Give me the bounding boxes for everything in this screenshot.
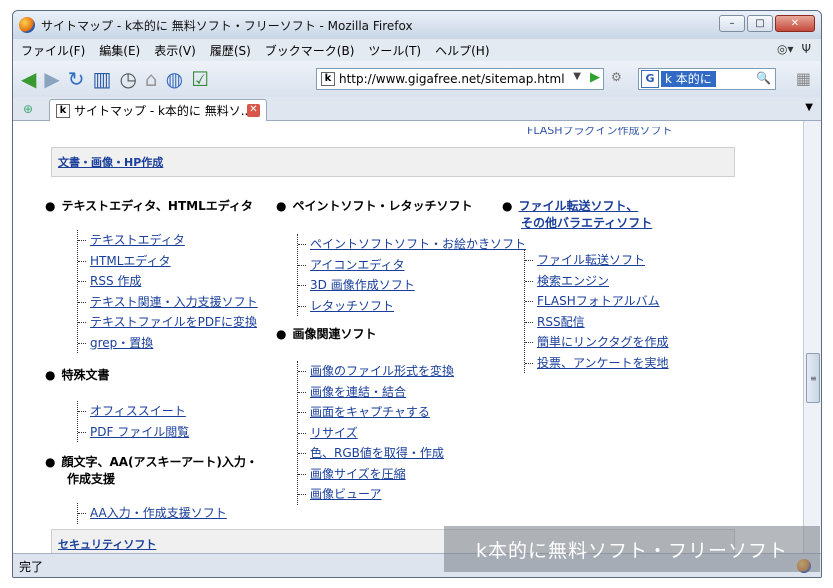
search-icon[interactable]: 🔍 — [756, 71, 771, 85]
check-page-icon[interactable]: ☑ — [191, 69, 209, 89]
category-title: ● ファイル転送ソフト、 その他バラエティソフト — [502, 199, 653, 230]
url-bar[interactable]: k http://www.gigafree.net/sitemap.html ▼… — [316, 68, 604, 90]
section-header-link[interactable]: 文書・画像・HP作成 — [58, 154, 163, 170]
link-list: テキストエディタ HTMLエディタ RSS 作成 テキスト関連・入力支援ソフト … — [77, 230, 258, 353]
tab-close-icon[interactable]: ✕ — [247, 104, 260, 117]
link-list: 画像のファイル形式を変換 画像を連結・結合 画面をキャプチャする リサイズ 色、… — [297, 361, 454, 505]
activity-icon: ◎▾ — [777, 42, 794, 56]
extension-icon[interactable]: ⚙ — [611, 70, 622, 84]
minimize-button[interactable]: – — [719, 15, 745, 32]
list-item[interactable]: 検索エンジン — [525, 271, 669, 292]
menu-bar: ファイル(F) 編集(E) 表示(V) 履歴(S) ブックマーク(B) ツール(… — [13, 39, 821, 61]
link-list: オフィススイート PDF ファイル閲覧 — [77, 401, 189, 442]
menu-bookmarks[interactable]: ブックマーク(B) — [265, 42, 355, 59]
page-content: FLASHプラグイン作成ソフト 文書・画像・HP作成 ● テキストエディタ、HTM… — [13, 121, 803, 553]
globe-icon[interactable]: ◍ — [166, 69, 183, 89]
tab-title: サイトマップ - k本的に 無料ソ... — [74, 104, 253, 118]
list-item[interactable]: 簡単にリンクタグを作成 — [525, 332, 669, 353]
list-item[interactable]: テキストファイルをPDFに変換 — [78, 312, 258, 333]
close-button[interactable]: ✕ — [775, 15, 815, 32]
google-icon[interactable]: G — [641, 70, 659, 88]
list-item[interactable]: ファイル転送ソフト — [525, 250, 669, 271]
search-input[interactable]: k 本的に — [661, 71, 716, 87]
list-item[interactable]: 画面をキャプチャする — [298, 402, 454, 423]
menu-edit[interactable]: 編集(E) — [99, 42, 140, 59]
go-button[interactable]: ▶ — [590, 70, 600, 85]
list-item[interactable]: レタッチソフト — [298, 296, 526, 317]
status-text: 完了 — [19, 560, 44, 574]
back-arrow-icon[interactable]: ◀ — [21, 69, 36, 89]
list-item[interactable]: FLASHフォトアルバム — [525, 291, 669, 312]
maximize-button[interactable]: □ — [747, 15, 773, 32]
list-item[interactable]: 3D 画像作成ソフト — [298, 275, 526, 296]
list-item[interactable]: AA入力・作成支援ソフト — [78, 503, 227, 524]
tab-bar: ⊕ k サイトマップ - k本的に 無料ソ... ✕ ▼ — [13, 97, 821, 121]
url-text: http://www.gigafree.net/sitemap.html — [339, 72, 565, 86]
watermark: k本的に無料ソフト・フリーソフト — [444, 526, 820, 572]
forward-arrow-icon[interactable]: ▶ — [44, 69, 59, 89]
browser-window: サイトマップ - k本的に 無料ソフト・フリーソフト - Mozilla Fir… — [12, 10, 822, 578]
list-item[interactable]: PDF ファイル閲覧 — [78, 422, 189, 443]
firefox-icon — [19, 17, 35, 33]
home-icon[interactable]: ⌂ — [145, 69, 158, 89]
tab-favicon-icon: k — [56, 103, 70, 118]
list-item[interactable]: 画像サイズを圧縮 — [298, 464, 454, 485]
list-item[interactable]: 画像を連結・結合 — [298, 382, 454, 403]
vertical-scrollbar[interactable]: ≡ — [803, 121, 821, 553]
windows-icon[interactable]: ▦ — [796, 69, 811, 88]
category-title: ● 画像関連ソフト — [276, 327, 377, 341]
menu-history[interactable]: 履歴(S) — [210, 42, 251, 59]
link-list: AA入力・作成支援ソフト — [77, 503, 227, 524]
list-item[interactable]: HTMLエディタ — [78, 251, 258, 272]
category-link-line2[interactable]: その他バラエティソフト — [521, 216, 652, 230]
list-item[interactable]: grep・置換 — [78, 333, 258, 354]
list-item[interactable]: RSS 作成 — [78, 271, 258, 292]
list-item[interactable]: アイコンエディタ — [298, 255, 526, 276]
category-title: ● ペイントソフト・レタッチソフト — [276, 199, 473, 213]
list-item[interactable]: 投票、アンケートを実地 — [525, 353, 669, 374]
list-item[interactable]: オフィススイート — [78, 401, 189, 422]
section-header-link[interactable]: セキュリティソフト — [58, 536, 156, 552]
menu-view[interactable]: 表示(V) — [154, 42, 196, 59]
category-title: ● 特殊文書 — [45, 368, 110, 382]
category-link[interactable]: ファイル転送ソフト、 — [518, 199, 638, 213]
search-box[interactable]: G k 本的に 🔍 — [638, 68, 776, 90]
bookmarks-icon[interactable]: ▥ — [93, 69, 112, 89]
partial-link[interactable]: FLASHプラグイン作成ソフト — [527, 127, 673, 135]
category-title: ● 顔文字、AA(アスキーアート)入力・ 作成支援 — [45, 455, 258, 486]
menu-file[interactable]: ファイル(F) — [21, 42, 85, 59]
list-item[interactable]: テキストエディタ — [78, 230, 258, 251]
site-favicon-icon: k — [321, 72, 335, 86]
navigation-toolbar: ◀ ▶ ↻ ▥ ◷ ⌂ ◍ ☑ k http://www.gigafree.ne… — [13, 61, 821, 97]
tab-list-icon[interactable]: ▼ — [805, 102, 813, 113]
list-item[interactable]: 色、RGB値を取得・作成 — [298, 443, 454, 464]
list-item[interactable]: リサイズ — [298, 423, 454, 444]
link-list: ペイントソフトソフト・お絵かきソフト アイコンエディタ 3D 画像作成ソフト レ… — [297, 234, 526, 316]
menu-tools[interactable]: ツール(T) — [368, 42, 421, 59]
section-header: 文書・画像・HP作成 — [51, 147, 735, 177]
menu-help[interactable]: ヘルプ(H) — [435, 42, 489, 59]
new-tab-icon[interactable]: ⊕ — [23, 102, 33, 116]
title-bar: サイトマップ - k本的に 無料ソフト・フリーソフト - Mozilla Fir… — [13, 11, 821, 39]
window-title: サイトマップ - k本的に 無料ソフト・フリーソフト - Mozilla Fir… — [41, 18, 413, 33]
list-item[interactable]: テキスト関連・入力支援ソフト — [78, 292, 258, 313]
reload-icon[interactable]: ↻ — [68, 69, 85, 89]
list-item[interactable]: RSS配信 — [525, 312, 669, 333]
list-item[interactable]: 画像ビューア — [298, 484, 454, 505]
history-icon[interactable]: ◷ — [119, 69, 136, 89]
list-item[interactable]: ペイントソフトソフト・お絵かきソフト — [298, 234, 526, 255]
list-item[interactable]: 画像のファイル形式を変換 — [298, 361, 454, 382]
scroll-thumb[interactable]: ≡ — [806, 353, 820, 403]
tab-sitemap[interactable]: k サイトマップ - k本的に 無料ソ... ✕ — [49, 99, 267, 121]
link-list: ファイル転送ソフト 検索エンジン FLASHフォトアルバム RSS配信 簡単にリ… — [524, 250, 669, 373]
category-title: ● テキストエディタ、HTMLエディタ — [45, 199, 253, 213]
antenna-icon: Ψ — [801, 42, 811, 56]
url-dropdown-icon[interactable]: ▼ — [573, 71, 581, 82]
